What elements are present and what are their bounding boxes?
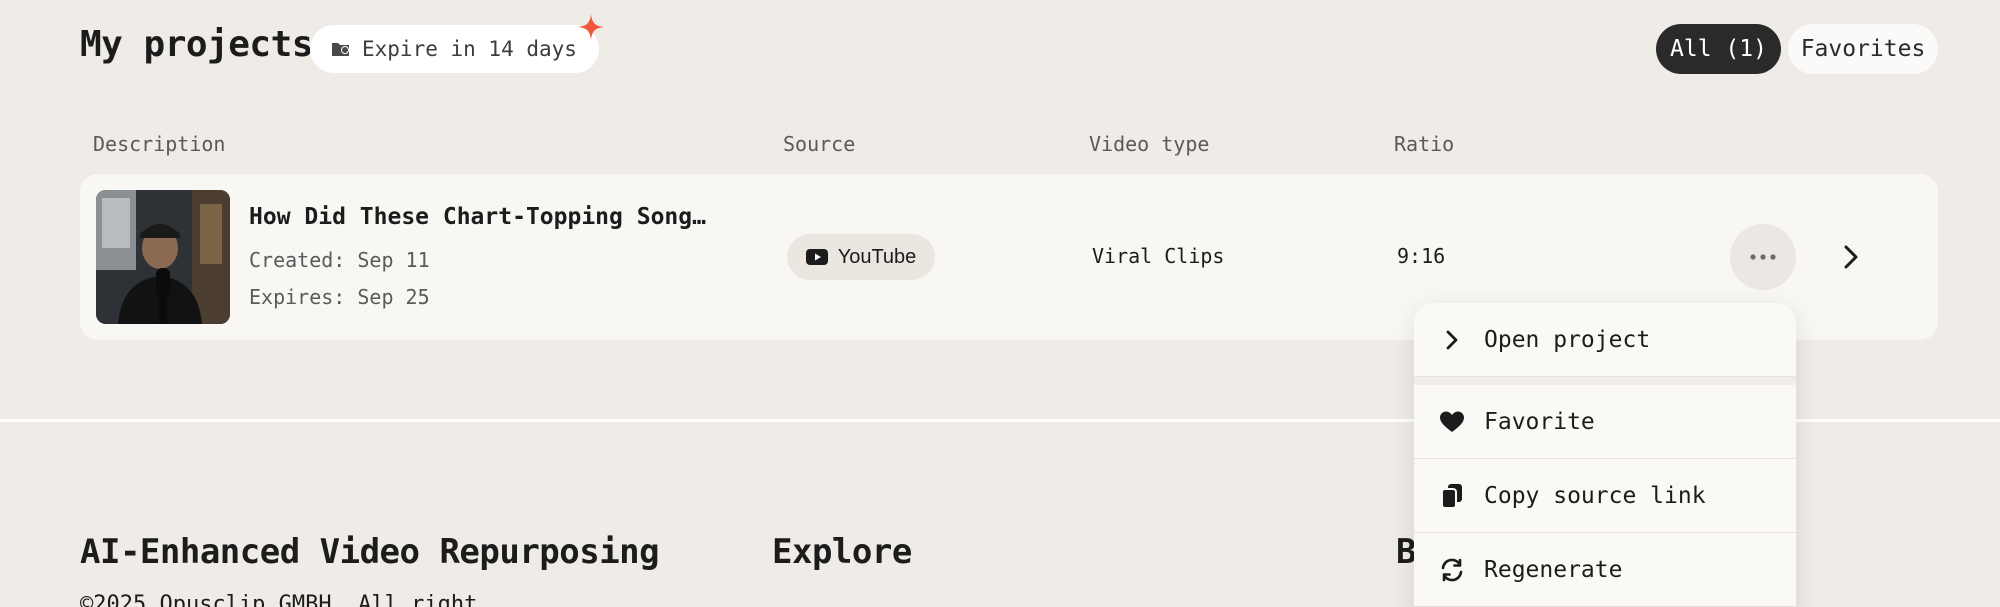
sparkle-icon <box>577 13 605 41</box>
footer-explore-heading: Explore <box>772 532 912 572</box>
source-label: YouTube <box>837 245 917 268</box>
folder-clock-icon <box>330 38 352 60</box>
menu-item-label: Copy source link <box>1484 482 1706 509</box>
footer-brand-heading: AI-Enhanced Video Repurposing <box>80 532 660 572</box>
footer-third-heading: B <box>1396 532 1416 572</box>
copy-icon <box>1438 482 1466 510</box>
chevron-right-icon <box>1843 244 1859 270</box>
filter-favorites-button[interactable]: Favorites <box>1788 24 1938 74</box>
column-header-video-type: Video type <box>1089 132 1210 156</box>
project-expires-date: Expires: Sep 25 <box>249 285 430 309</box>
page: My projects Expire in 14 days All (1) Fa… <box>0 0 2000 607</box>
project-created-date: Created: Sep 11 <box>249 248 430 272</box>
open-row-button[interactable] <box>1828 234 1874 280</box>
footer-copyright: ©2025 Opusclip GMBH. All right <box>80 592 478 607</box>
menu-item-label: Regenerate <box>1484 556 1623 583</box>
column-header-source: Source <box>783 132 856 156</box>
project-title[interactable]: How Did These Chart-Topping Song… <box>249 204 706 230</box>
project-options-menu: Open project Favorite Copy source link R… <box>1414 303 1796 607</box>
refresh-icon <box>1438 556 1466 584</box>
menu-item-copy-source-link[interactable]: Copy source link <box>1414 459 1796 532</box>
menu-item-favorite[interactable]: Favorite <box>1414 385 1796 458</box>
ellipsis-icon <box>1750 254 1776 260</box>
heart-icon <box>1438 408 1466 436</box>
expire-label: Expire in 14 days <box>362 37 577 61</box>
youtube-icon <box>805 249 828 265</box>
more-options-button[interactable] <box>1730 224 1796 290</box>
ratio-value: 9:16 <box>1397 244 1446 268</box>
video-type-value: Viral Clips <box>1092 244 1225 268</box>
menu-gap <box>1414 377 1796 385</box>
filter-all-button[interactable]: All (1) <box>1656 24 1781 74</box>
column-header-ratio: Ratio <box>1394 132 1455 156</box>
page-title: My projects <box>80 24 313 65</box>
source-badge: YouTube <box>787 234 935 280</box>
column-header-description: Description <box>93 132 226 156</box>
menu-item-label: Favorite <box>1484 408 1595 435</box>
chevron-right-icon <box>1438 326 1466 354</box>
menu-item-label: Open project <box>1484 326 1651 353</box>
expire-badge[interactable]: Expire in 14 days <box>310 14 604 73</box>
menu-item-regenerate[interactable]: Regenerate <box>1414 533 1796 606</box>
menu-item-open-project[interactable]: Open project <box>1414 303 1796 376</box>
project-thumbnail[interactable] <box>96 190 230 324</box>
